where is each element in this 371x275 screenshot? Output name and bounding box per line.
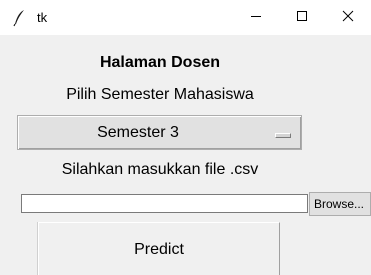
close-button[interactable] xyxy=(325,0,371,35)
upload-label: Silahkan masukkan file .csv xyxy=(61,161,259,178)
maximize-button[interactable] xyxy=(279,0,325,35)
feather-icon xyxy=(12,9,26,27)
file-path-input[interactable] xyxy=(21,194,308,213)
window-title: tk xyxy=(37,10,48,25)
semester-label: Pilih Semester Mahasiswa xyxy=(66,86,254,103)
maximize-icon xyxy=(296,9,308,27)
page-heading: Halaman Dosen xyxy=(99,54,221,71)
semester-select[interactable]: Semester 3 xyxy=(17,115,302,150)
dropdown-indicator-icon xyxy=(275,133,291,138)
semester-select-value: Semester 3 xyxy=(97,124,179,141)
close-icon xyxy=(342,9,354,27)
minimize-icon xyxy=(250,9,262,27)
minimize-button[interactable] xyxy=(233,0,279,35)
browse-button[interactable]: Browse... xyxy=(309,192,371,216)
predict-button[interactable]: Predict xyxy=(38,222,280,275)
title-bar[interactable]: tk xyxy=(0,0,371,35)
predict-button-label: Predict xyxy=(134,241,184,258)
app-window: tk Halaman Dosen Pilih Semester Mahasisw… xyxy=(0,0,371,275)
